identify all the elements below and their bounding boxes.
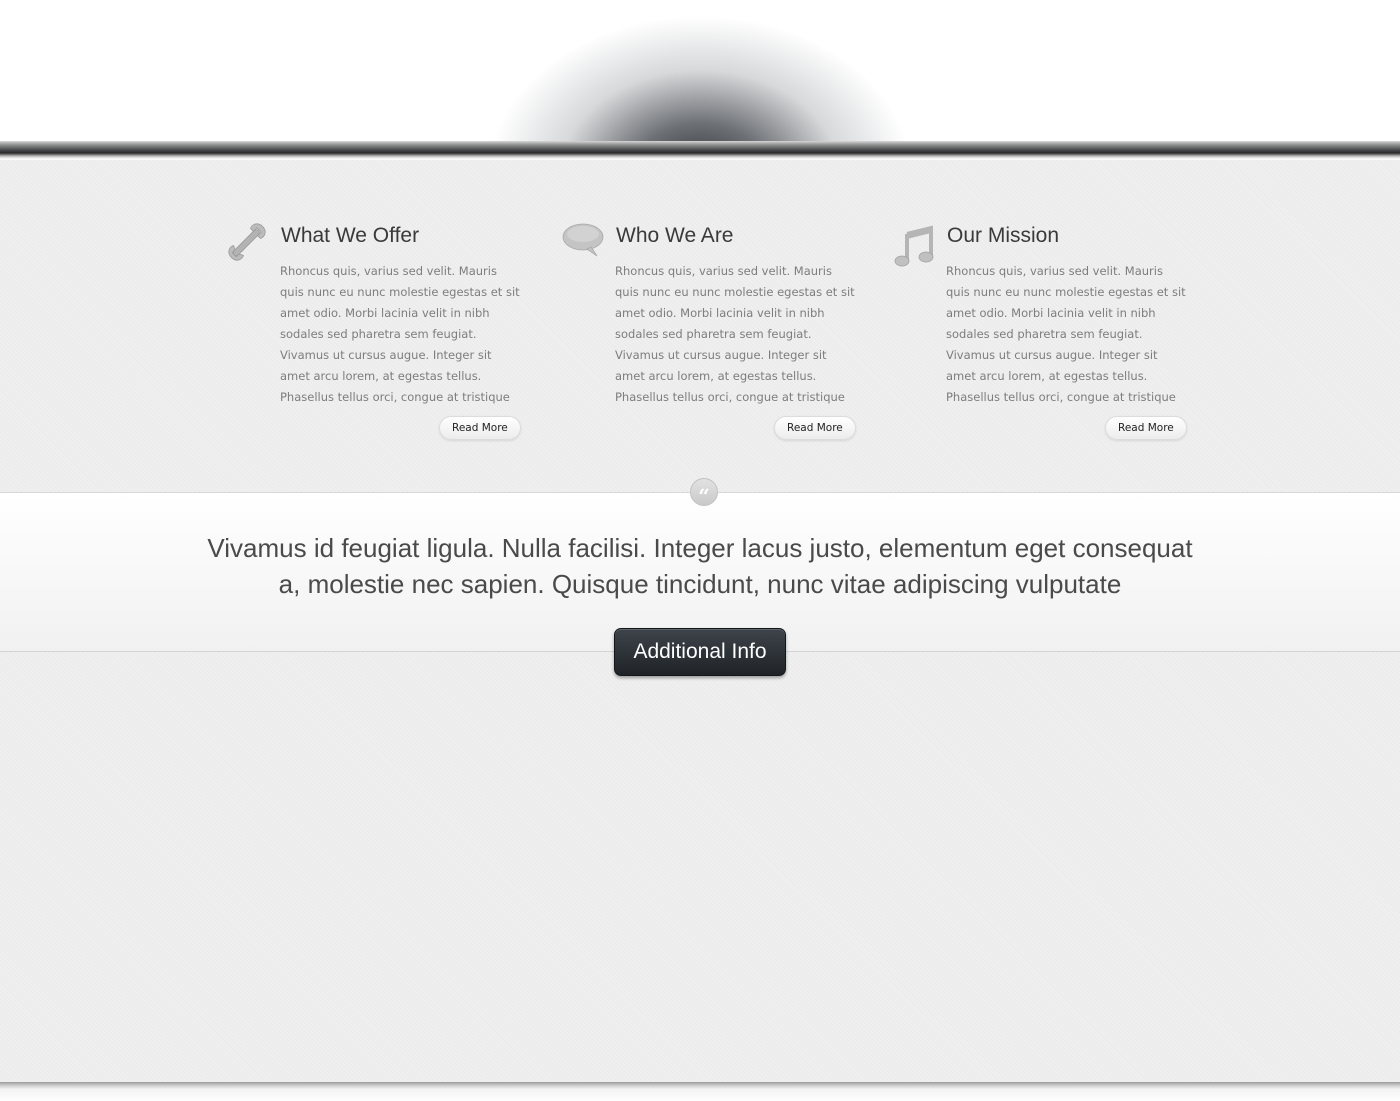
- feature-column-offer: What We Offer Rhoncus quis, varius sed v…: [226, 160, 546, 492]
- header-spotlight: [480, 10, 920, 160]
- quote-mark-icon: “: [690, 478, 718, 508]
- feature-title: Our Mission: [947, 224, 1060, 247]
- wrench-icon: [226, 220, 268, 264]
- feature-description: Rhoncus quis, varius sed velit. Mauris q…: [946, 264, 1186, 404]
- read-more-button[interactable]: Read More: [439, 416, 521, 440]
- read-more-button[interactable]: Read More: [774, 416, 856, 440]
- feature-column-about: Who We Are Rhoncus quis, varius sed veli…: [561, 160, 881, 492]
- content-area: [0, 652, 1400, 1084]
- feature-title: What We Offer: [281, 224, 420, 247]
- testimonial-text: Vivamus id feugiat ligula. Nulla facilis…: [207, 533, 1193, 599]
- read-more-button[interactable]: Read More: [1105, 416, 1187, 440]
- feature-description: Rhoncus quis, varius sed velit. Mauris q…: [615, 264, 855, 404]
- music-note-icon: [894, 224, 936, 268]
- additional-info-button[interactable]: Additional Info: [614, 628, 786, 676]
- features-section: What We Offer Rhoncus quis, varius sed v…: [0, 160, 1400, 492]
- header-banner: [0, 0, 1400, 160]
- speech-bubble-icon: [561, 222, 605, 258]
- footer-divider: [0, 1082, 1400, 1101]
- header-divider-bar: [0, 141, 1400, 160]
- feature-title: Who We Are: [616, 224, 734, 247]
- feature-description: Rhoncus quis, varius sed velit. Mauris q…: [280, 264, 520, 404]
- feature-column-mission: Our Mission Rhoncus quis, varius sed vel…: [892, 160, 1212, 492]
